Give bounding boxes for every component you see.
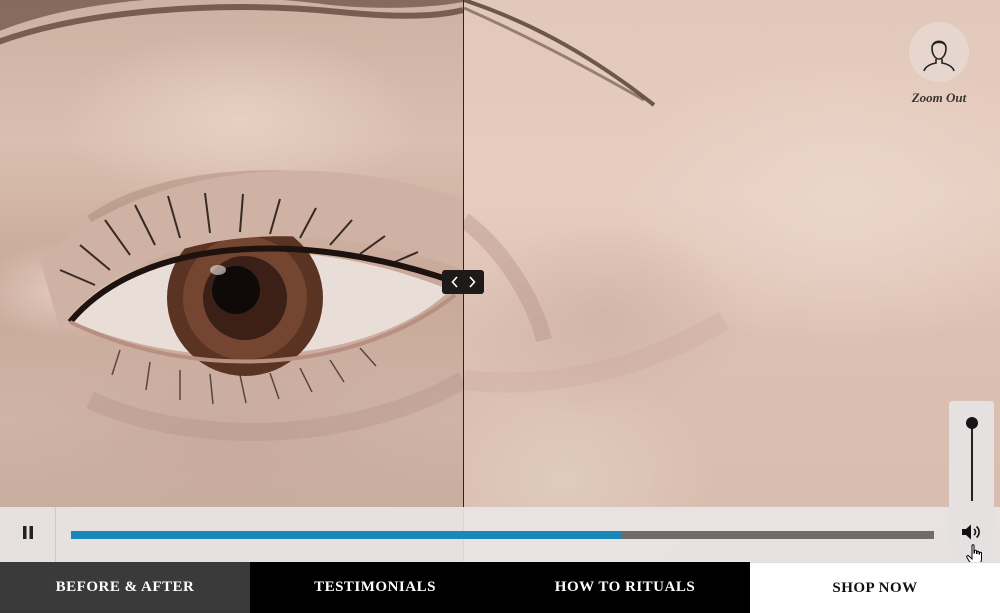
nav-shop-now[interactable]: SHOP NOW [750,562,1000,613]
face-outline-icon [909,22,969,82]
eye-illustration [0,0,463,442]
pause-button[interactable] [0,507,56,562]
volume-track[interactable] [971,421,973,501]
nav-how-to-rituals[interactable]: HOW TO RITUALS [500,562,750,613]
volume-slider-panel [949,401,994,507]
comparison-slider-handle[interactable] [442,270,484,294]
progress-bar[interactable] [71,531,934,539]
video-stage[interactable]: Zoom Out [0,0,1000,562]
bottom-navigation: BEFORE & AFTER TESTIMONIALS HOW TO RITUA… [0,562,1000,613]
zoom-out-label: Zoom Out [911,90,967,105]
progress-fill [71,531,621,539]
video-control-bar [0,507,1000,562]
nav-before-after[interactable]: BEFORE & AFTER [0,562,250,613]
before-image [0,0,463,562]
nav-testimonials[interactable]: TESTIMONIALS [250,562,500,613]
chevron-left-icon [450,276,459,288]
speaker-icon [961,523,983,546]
chevron-right-icon [468,276,476,288]
volume-knob[interactable] [966,417,978,429]
volume-button[interactable] [949,507,994,562]
pause-icon [22,525,34,544]
zoom-out-button[interactable]: Zoom Out [902,22,976,114]
